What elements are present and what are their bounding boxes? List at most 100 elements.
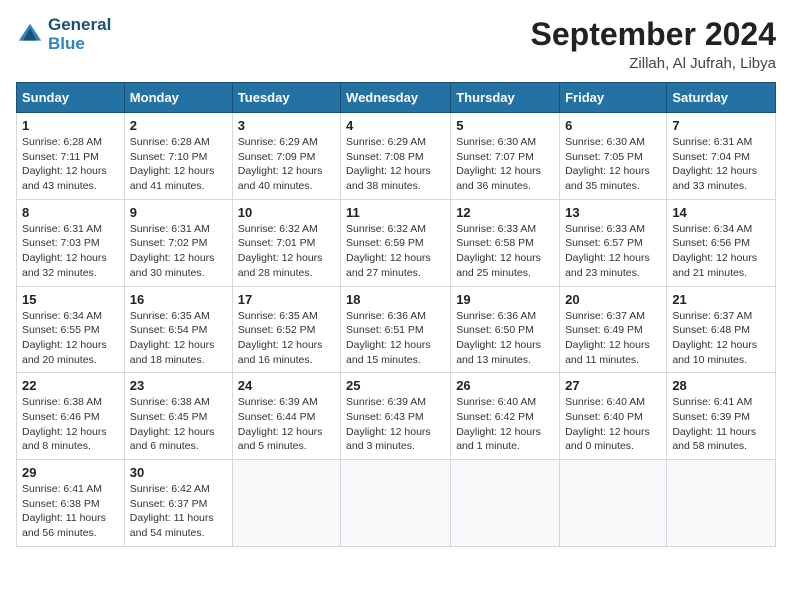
day-detail: Sunrise: 6:30 AMSunset: 7:05 PMDaylight:… (565, 135, 661, 194)
page-header: General Blue September 2024 Zillah, Al J… (16, 16, 776, 72)
day-detail: Sunrise: 6:35 AMSunset: 6:52 PMDaylight:… (238, 309, 335, 368)
calendar-cell: 13 Sunrise: 6:33 AMSunset: 6:57 PMDayligh… (560, 199, 667, 286)
month-title: September 2024 (531, 16, 776, 53)
day-detail: Sunrise: 6:31 AMSunset: 7:03 PMDaylight:… (22, 222, 119, 281)
day-number: 21 (672, 292, 770, 307)
calendar-cell: 20 Sunrise: 6:37 AMSunset: 6:49 PMDayligh… (560, 286, 667, 373)
calendar-cell: 22Sunrise: 6:38 AMSunset: 6:46 PMDayligh… (17, 373, 125, 460)
day-number: 24 (238, 378, 335, 393)
day-number: 7 (672, 118, 770, 133)
day-detail: Sunrise: 6:28 AMSunset: 7:11 PMDaylight:… (22, 135, 119, 194)
day-number: 5 (456, 118, 554, 133)
day-of-week-header: Sunday (17, 83, 125, 113)
calendar-cell (341, 460, 451, 547)
day-number: 8 (22, 205, 119, 220)
day-number: 9 (130, 205, 227, 220)
calendar-cell: 5 Sunrise: 6:30 AMSunset: 7:07 PMDaylight… (451, 113, 560, 200)
calendar-cell: 10 Sunrise: 6:32 AMSunset: 7:01 PMDayligh… (232, 199, 340, 286)
day-detail: Sunrise: 6:29 AMSunset: 7:09 PMDaylight:… (238, 135, 335, 194)
day-number: 14 (672, 205, 770, 220)
day-number: 11 (346, 205, 445, 220)
day-of-week-header: Tuesday (232, 83, 340, 113)
calendar-cell: 8 Sunrise: 6:31 AMSunset: 7:03 PMDaylight… (17, 199, 125, 286)
day-detail: Sunrise: 6:34 AMSunset: 6:55 PMDaylight:… (22, 309, 119, 368)
day-detail: Sunrise: 6:32 AMSunset: 7:01 PMDaylight:… (238, 222, 335, 281)
day-number: 17 (238, 292, 335, 307)
day-detail: Sunrise: 6:31 AMSunset: 7:02 PMDaylight:… (130, 222, 227, 281)
day-detail: Sunrise: 6:33 AMSunset: 6:57 PMDaylight:… (565, 222, 661, 281)
calendar-cell: 6 Sunrise: 6:30 AMSunset: 7:05 PMDaylight… (560, 113, 667, 200)
day-number: 16 (130, 292, 227, 307)
calendar-week-row: 29Sunrise: 6:41 AMSunset: 6:38 PMDayligh… (17, 460, 776, 547)
day-detail: Sunrise: 6:36 AMSunset: 6:51 PMDaylight:… (346, 309, 445, 368)
day-detail: Sunrise: 6:40 AMSunset: 6:42 PMDaylight:… (456, 395, 554, 454)
calendar-week-row: 22Sunrise: 6:38 AMSunset: 6:46 PMDayligh… (17, 373, 776, 460)
day-number: 30 (130, 465, 227, 480)
day-number: 20 (565, 292, 661, 307)
day-of-week-header: Wednesday (341, 83, 451, 113)
day-detail: Sunrise: 6:33 AMSunset: 6:58 PMDaylight:… (456, 222, 554, 281)
day-number: 18 (346, 292, 445, 307)
calendar-cell (232, 460, 340, 547)
calendar-cell: 24 Sunrise: 6:39 AMSunset: 6:44 PMDayligh… (232, 373, 340, 460)
day-of-week-header: Saturday (667, 83, 776, 113)
calendar-week-row: 15 Sunrise: 6:34 AMSunset: 6:55 PMDayligh… (17, 286, 776, 373)
day-number: 23 (130, 378, 227, 393)
calendar-cell: 4 Sunrise: 6:29 AMSunset: 7:08 PMDaylight… (341, 113, 451, 200)
calendar-cell: 9 Sunrise: 6:31 AMSunset: 7:02 PMDaylight… (124, 199, 232, 286)
day-number: 22 (22, 378, 119, 393)
day-detail: Sunrise: 6:39 AMSunset: 6:43 PMDaylight:… (346, 395, 445, 454)
calendar-cell: 21 Sunrise: 6:37 AMSunset: 6:48 PMDayligh… (667, 286, 776, 373)
day-number: 27 (565, 378, 661, 393)
day-number: 28 (672, 378, 770, 393)
day-number: 15 (22, 292, 119, 307)
day-number: 4 (346, 118, 445, 133)
day-detail: Sunrise: 6:32 AMSunset: 6:59 PMDaylight:… (346, 222, 445, 281)
day-detail: Sunrise: 6:41 AMSunset: 6:39 PMDaylight:… (672, 395, 770, 454)
day-number: 10 (238, 205, 335, 220)
calendar-cell (560, 460, 667, 547)
calendar-cell: 26Sunrise: 6:40 AMSunset: 6:42 PMDayligh… (451, 373, 560, 460)
calendar-cell: 2Sunrise: 6:28 AMSunset: 7:10 PMDaylight… (124, 113, 232, 200)
day-detail: Sunrise: 6:36 AMSunset: 6:50 PMDaylight:… (456, 309, 554, 368)
day-number: 19 (456, 292, 554, 307)
day-of-week-header: Friday (560, 83, 667, 113)
logo-icon (16, 21, 44, 49)
calendar-cell: 14 Sunrise: 6:34 AMSunset: 6:56 PMDayligh… (667, 199, 776, 286)
day-detail: Sunrise: 6:31 AMSunset: 7:04 PMDaylight:… (672, 135, 770, 194)
day-of-week-header: Monday (124, 83, 232, 113)
day-number: 13 (565, 205, 661, 220)
calendar-table: SundayMondayTuesdayWednesdayThursdayFrid… (16, 82, 776, 547)
day-detail: Sunrise: 6:29 AMSunset: 7:08 PMDaylight:… (346, 135, 445, 194)
calendar-cell: 11 Sunrise: 6:32 AMSunset: 6:59 PMDayligh… (341, 199, 451, 286)
day-detail: Sunrise: 6:38 AMSunset: 6:45 PMDaylight:… (130, 395, 227, 454)
calendar-cell: 28 Sunrise: 6:41 AMSunset: 6:39 PMDayligh… (667, 373, 776, 460)
calendar-cell (667, 460, 776, 547)
day-number: 2 (130, 118, 227, 133)
day-number: 25 (346, 378, 445, 393)
calendar-header-row: SundayMondayTuesdayWednesdayThursdayFrid… (17, 83, 776, 113)
day-number: 12 (456, 205, 554, 220)
day-detail: Sunrise: 6:30 AMSunset: 7:07 PMDaylight:… (456, 135, 554, 194)
calendar-cell: 1Sunrise: 6:28 AMSunset: 7:11 PMDaylight… (17, 113, 125, 200)
calendar-cell: 27 Sunrise: 6:40 AMSunset: 6:40 PMDayligh… (560, 373, 667, 460)
calendar-cell (451, 460, 560, 547)
calendar-cell: 17 Sunrise: 6:35 AMSunset: 6:52 PMDayligh… (232, 286, 340, 373)
day-detail: Sunrise: 6:34 AMSunset: 6:56 PMDaylight:… (672, 222, 770, 281)
day-detail: Sunrise: 6:37 AMSunset: 6:49 PMDaylight:… (565, 309, 661, 368)
day-detail: Sunrise: 6:37 AMSunset: 6:48 PMDaylight:… (672, 309, 770, 368)
day-number: 3 (238, 118, 335, 133)
day-detail: Sunrise: 6:42 AMSunset: 6:37 PMDaylight:… (130, 482, 227, 541)
calendar-cell: 16Sunrise: 6:35 AMSunset: 6:54 PMDayligh… (124, 286, 232, 373)
title-section: September 2024 Zillah, Al Jufrah, Libya (531, 16, 776, 72)
day-detail: Sunrise: 6:39 AMSunset: 6:44 PMDaylight:… (238, 395, 335, 454)
logo-text: General Blue (48, 16, 111, 53)
logo: General Blue (16, 16, 111, 53)
calendar-cell: 12 Sunrise: 6:33 AMSunset: 6:58 PMDayligh… (451, 199, 560, 286)
day-number: 6 (565, 118, 661, 133)
calendar-cell: 29Sunrise: 6:41 AMSunset: 6:38 PMDayligh… (17, 460, 125, 547)
day-detail: Sunrise: 6:40 AMSunset: 6:40 PMDaylight:… (565, 395, 661, 454)
day-number: 29 (22, 465, 119, 480)
calendar-cell: 18 Sunrise: 6:36 AMSunset: 6:51 PMDayligh… (341, 286, 451, 373)
calendar-cell: 23 Sunrise: 6:38 AMSunset: 6:45 PMDayligh… (124, 373, 232, 460)
